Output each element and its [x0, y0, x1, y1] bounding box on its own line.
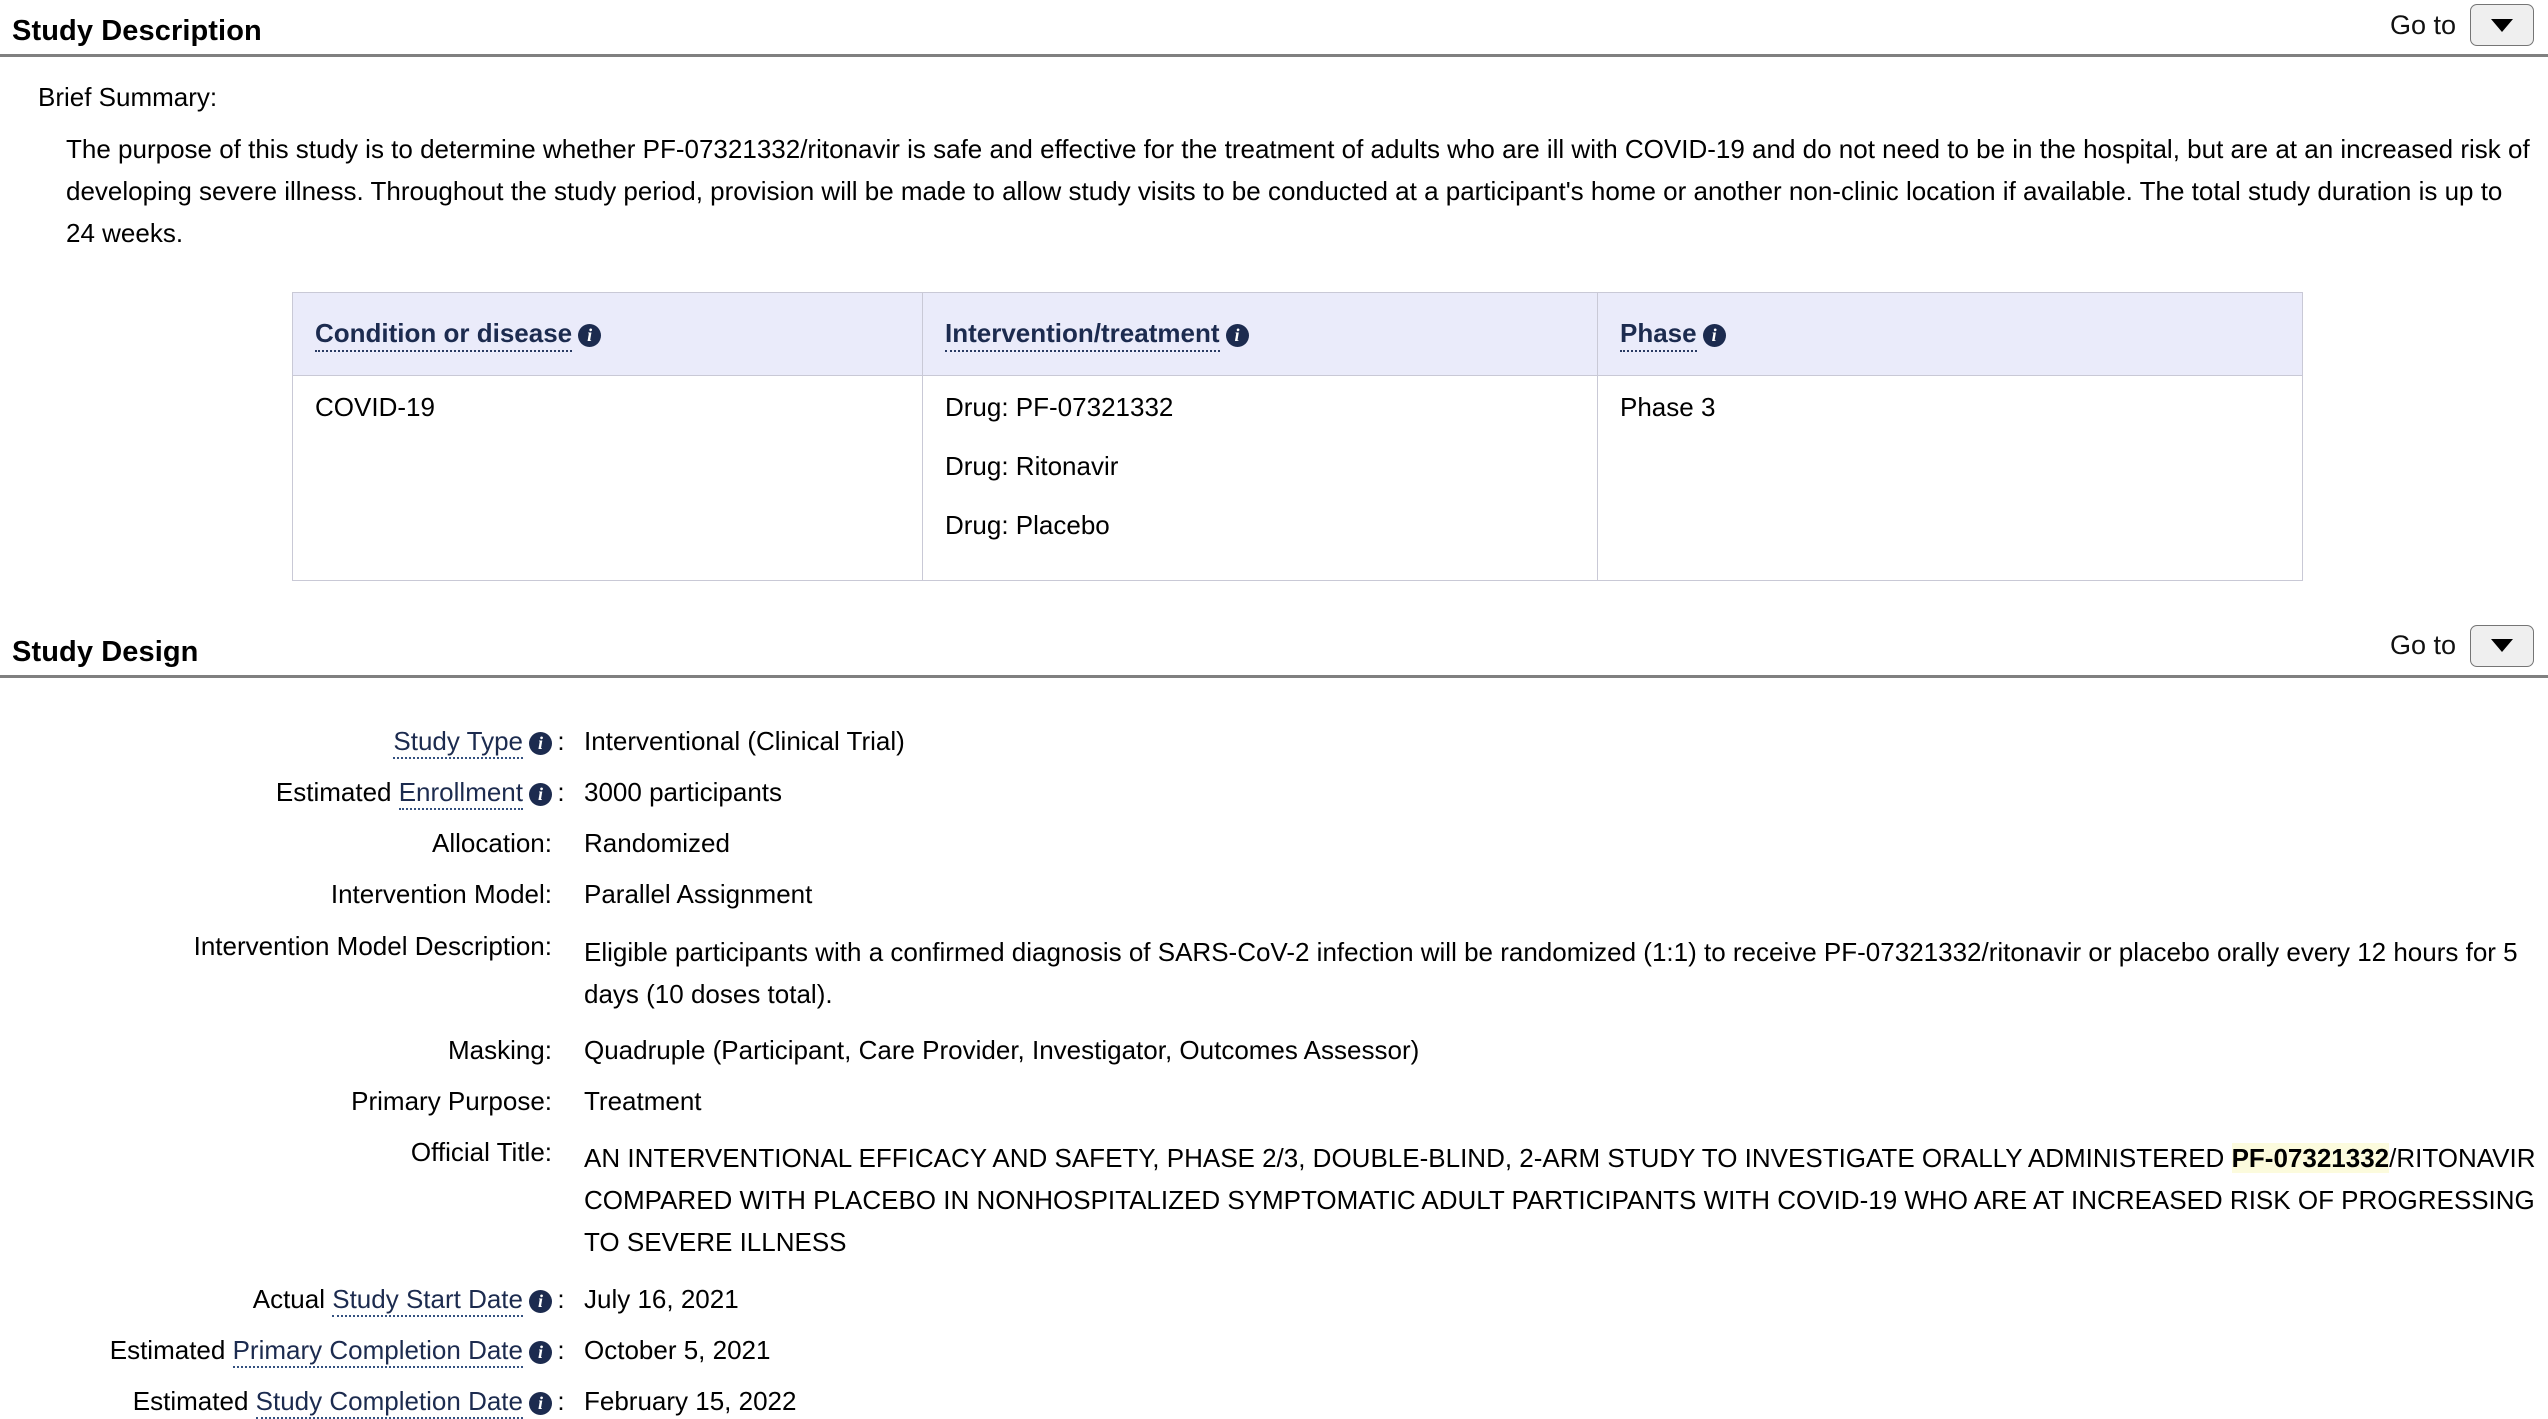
- design-label-primary-purpose: Primary Purpose:: [351, 1085, 552, 1116]
- goto-control-description: Go to: [2390, 4, 2534, 48]
- study-description-header: Study Description Go to: [0, 4, 2548, 57]
- design-label-masking: Masking:: [447, 1034, 552, 1065]
- table-header-row: Condition or disease i Intervention/treat…: [292, 291, 2303, 376]
- intervention-value: Drug: Placebo: [945, 509, 1110, 540]
- info-icon[interactable]: i: [529, 1340, 552, 1364]
- phase-link[interactable]: Phase: [1620, 318, 1697, 353]
- cell-condition: COVID-19: [292, 375, 923, 581]
- enrollment-link[interactable]: Enrollment: [398, 777, 523, 811]
- page-title: Study Description: [12, 15, 262, 48]
- info-icon[interactable]: i: [1225, 324, 1249, 348]
- cell-phase: Phase 3: [1597, 375, 2303, 581]
- intervention-value: Drug: Ritonavir: [945, 450, 1119, 481]
- brief-summary-text: The purpose of this study is to determin…: [66, 133, 2530, 248]
- conditions-table: Condition or disease i Intervention/treat…: [292, 291, 2303, 581]
- info-icon[interactable]: i: [529, 1391, 552, 1415]
- info-icon[interactable]: i: [529, 731, 552, 755]
- design-label-intervention-model-description: Intervention Model Description:: [193, 930, 552, 961]
- colon-separator: :: [557, 1283, 565, 1314]
- design-row-study-type: Study Type i : Interventional (Clinical T…: [0, 725, 2548, 759]
- intervention-value: Drug: PF-07321332: [945, 391, 1174, 422]
- design-value-intervention-model: Parallel Assignment: [584, 879, 813, 910]
- design-label-intervention-model: Intervention Model:: [330, 879, 552, 910]
- design-value-masking: Quadruple (Participant, Care Provider, I…: [584, 1034, 1420, 1065]
- study-design-list: Study Type i : Interventional (Clinical T…: [0, 704, 2548, 1419]
- goto-dropdown-button[interactable]: [2470, 4, 2534, 46]
- chevron-down-icon: [2491, 18, 2513, 32]
- primary-completion-date-link[interactable]: Primary Completion Date: [232, 1334, 523, 1368]
- colon-separator: :: [557, 1385, 565, 1416]
- condition-or-disease-link[interactable]: Condition or disease: [315, 318, 573, 353]
- design-row-intervention-model-description: Intervention Model Description: Eligible…: [0, 931, 2548, 1015]
- design-row-enrollment: Estimated Enrollment i : 3000 participant…: [0, 777, 2548, 811]
- design-value-study-type: Interventional (Clinical Trial): [584, 725, 905, 756]
- study-type-link[interactable]: Study Type: [393, 725, 523, 759]
- design-label-study-type: Study Type i: [0, 725, 552, 759]
- brief-summary-block: Brief Summary: The purpose of this study…: [0, 57, 2548, 254]
- design-row-allocation: Allocation: Randomized: [0, 828, 2548, 859]
- design-row-intervention-model: Intervention Model: Parallel Assignment: [0, 879, 2548, 910]
- cell-interventions: Drug: PF-07321332 Drug: Ritonavir Drug: …: [922, 375, 1598, 581]
- design-label-allocation: Allocation:: [432, 828, 552, 859]
- goto-dropdown-button[interactable]: [2470, 624, 2534, 667]
- intervention-treatment-link[interactable]: Intervention/treatment: [945, 318, 1220, 353]
- design-value-intervention-model-description: Eligible participants with a confirmed d…: [584, 936, 2518, 1009]
- phase-value: Phase 3: [1620, 391, 1716, 422]
- design-label-enrollment: Estimated Enrollment i: [0, 777, 552, 811]
- section-title-study-design: Study Design: [12, 635, 199, 668]
- design-label-study-start-date: Actual Study Start Date i: [0, 1283, 552, 1317]
- design-row-masking: Masking: Quadruple (Participant, Care Pr…: [0, 1035, 2548, 1066]
- start-date-prefix: Actual: [252, 1283, 333, 1314]
- official-title-highlight: PF-07321332: [2231, 1143, 2390, 1174]
- design-label-official-title: Official Title:: [410, 1137, 552, 1168]
- goto-label: Go to: [2389, 630, 2456, 661]
- design-row-study-completion-date: Estimated Study Completion Date i : Febru…: [0, 1385, 2548, 1419]
- goto-label: Go to: [2389, 9, 2456, 40]
- study-start-date-link[interactable]: Study Start Date: [332, 1283, 523, 1317]
- enrollment-prefix: Estimated: [275, 777, 399, 808]
- study-completion-date-link[interactable]: Study Completion Date: [255, 1385, 523, 1419]
- chevron-down-icon: [2491, 639, 2513, 653]
- goto-control-design: Go to: [2389, 624, 2534, 669]
- colon-separator: :: [557, 777, 565, 808]
- design-row-study-start-date: Actual Study Start Date i : July 16, 2021: [0, 1283, 2548, 1317]
- info-icon[interactable]: i: [578, 324, 602, 348]
- design-label-study-completion-date: Estimated Study Completion Date i: [0, 1385, 552, 1419]
- design-value-enrollment: 3000 participants: [584, 777, 783, 808]
- info-icon[interactable]: i: [529, 1289, 552, 1313]
- table-header-condition: Condition or disease i: [292, 291, 923, 376]
- study-completion-prefix: Estimated: [132, 1385, 256, 1416]
- colon-separator: :: [557, 1334, 565, 1365]
- study-design-header: Study Design Go to: [0, 624, 2548, 678]
- design-value-study-start-date: July 16, 2021: [584, 1283, 739, 1314]
- design-value-official-title: AN INTERVENTIONAL EFFICACY AND SAFETY, P…: [570, 1137, 2544, 1263]
- table-header-intervention: Intervention/treatment i: [922, 291, 1598, 376]
- design-value-study-completion-date: February 15, 2022: [584, 1385, 797, 1416]
- design-row-primary-completion-date: Estimated Primary Completion Date i : Oct…: [0, 1334, 2548, 1368]
- brief-summary-label: Brief Summary:: [38, 82, 218, 112]
- design-row-official-title: Official Title: AN INTERVENTIONAL EFFICA…: [0, 1137, 2548, 1263]
- design-value-primary-purpose: Treatment: [584, 1085, 702, 1116]
- conditions-table-wrapper: Condition or disease i Intervention/treat…: [292, 291, 2303, 581]
- primary-completion-prefix: Estimated: [109, 1334, 233, 1365]
- info-icon[interactable]: i: [1702, 324, 1726, 348]
- design-value-allocation: Randomized: [584, 828, 730, 859]
- design-row-primary-purpose: Primary Purpose: Treatment: [0, 1086, 2548, 1117]
- design-label-primary-completion-date: Estimated Primary Completion Date i: [0, 1334, 552, 1368]
- official-title-part1: AN INTERVENTIONAL EFFICACY AND SAFETY, P…: [584, 1143, 2232, 1174]
- design-value-primary-completion-date: October 5, 2021: [584, 1334, 771, 1365]
- colon-separator: :: [557, 725, 565, 756]
- info-icon[interactable]: i: [529, 783, 552, 807]
- table-header-phase: Phase i: [1597, 291, 2303, 376]
- condition-value: COVID-19: [315, 391, 435, 422]
- table-row: COVID-19 Drug: PF-07321332 Drug: Ritonav…: [292, 375, 2303, 581]
